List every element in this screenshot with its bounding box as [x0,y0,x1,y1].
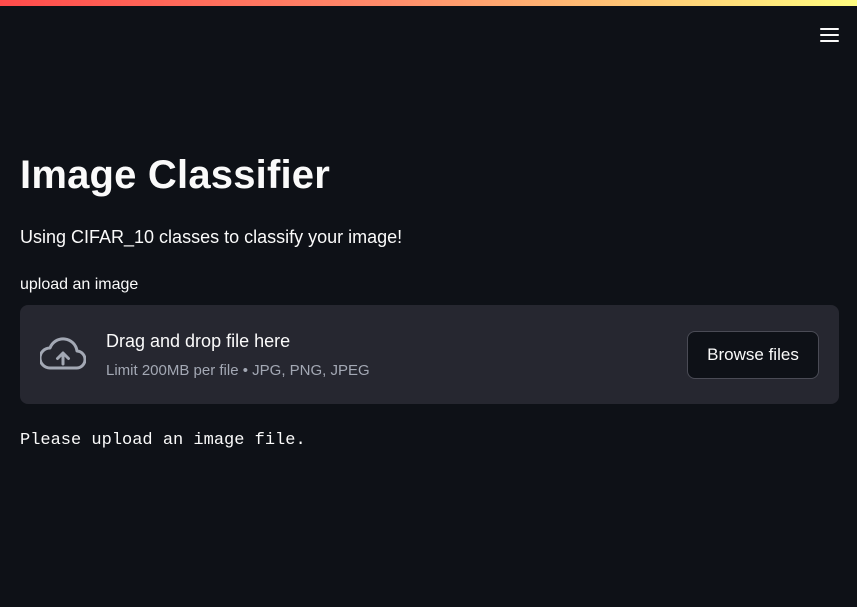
status-message: Please upload an image file. [20,431,306,450]
page-subtitle: Using CIFAR_10 classes to classify your … [20,227,403,247]
browse-files-button[interactable]: Browse files [687,331,819,379]
page-title: Image Classifier [20,153,331,197]
file-dropzone[interactable]: Drag and drop file here Limit 200MB per … [20,305,839,404]
cloud-upload-icon [40,337,86,370]
top-decoration-bar [0,0,857,6]
dropzone-text: Drag and drop file here [106,331,291,351]
upload-limits-text: Limit 200MB per file • JPG, PNG, JPEG [106,362,370,379]
file-uploader-label: upload an image [20,276,139,293]
dropzone-instructions: Drag and drop file here Limit 200MB per … [106,329,370,381]
main-content: Image Classifier Using CIFAR_10 classes … [20,150,839,452]
main-menu-button[interactable] [814,22,844,48]
hamburger-menu-icon [819,28,839,42]
